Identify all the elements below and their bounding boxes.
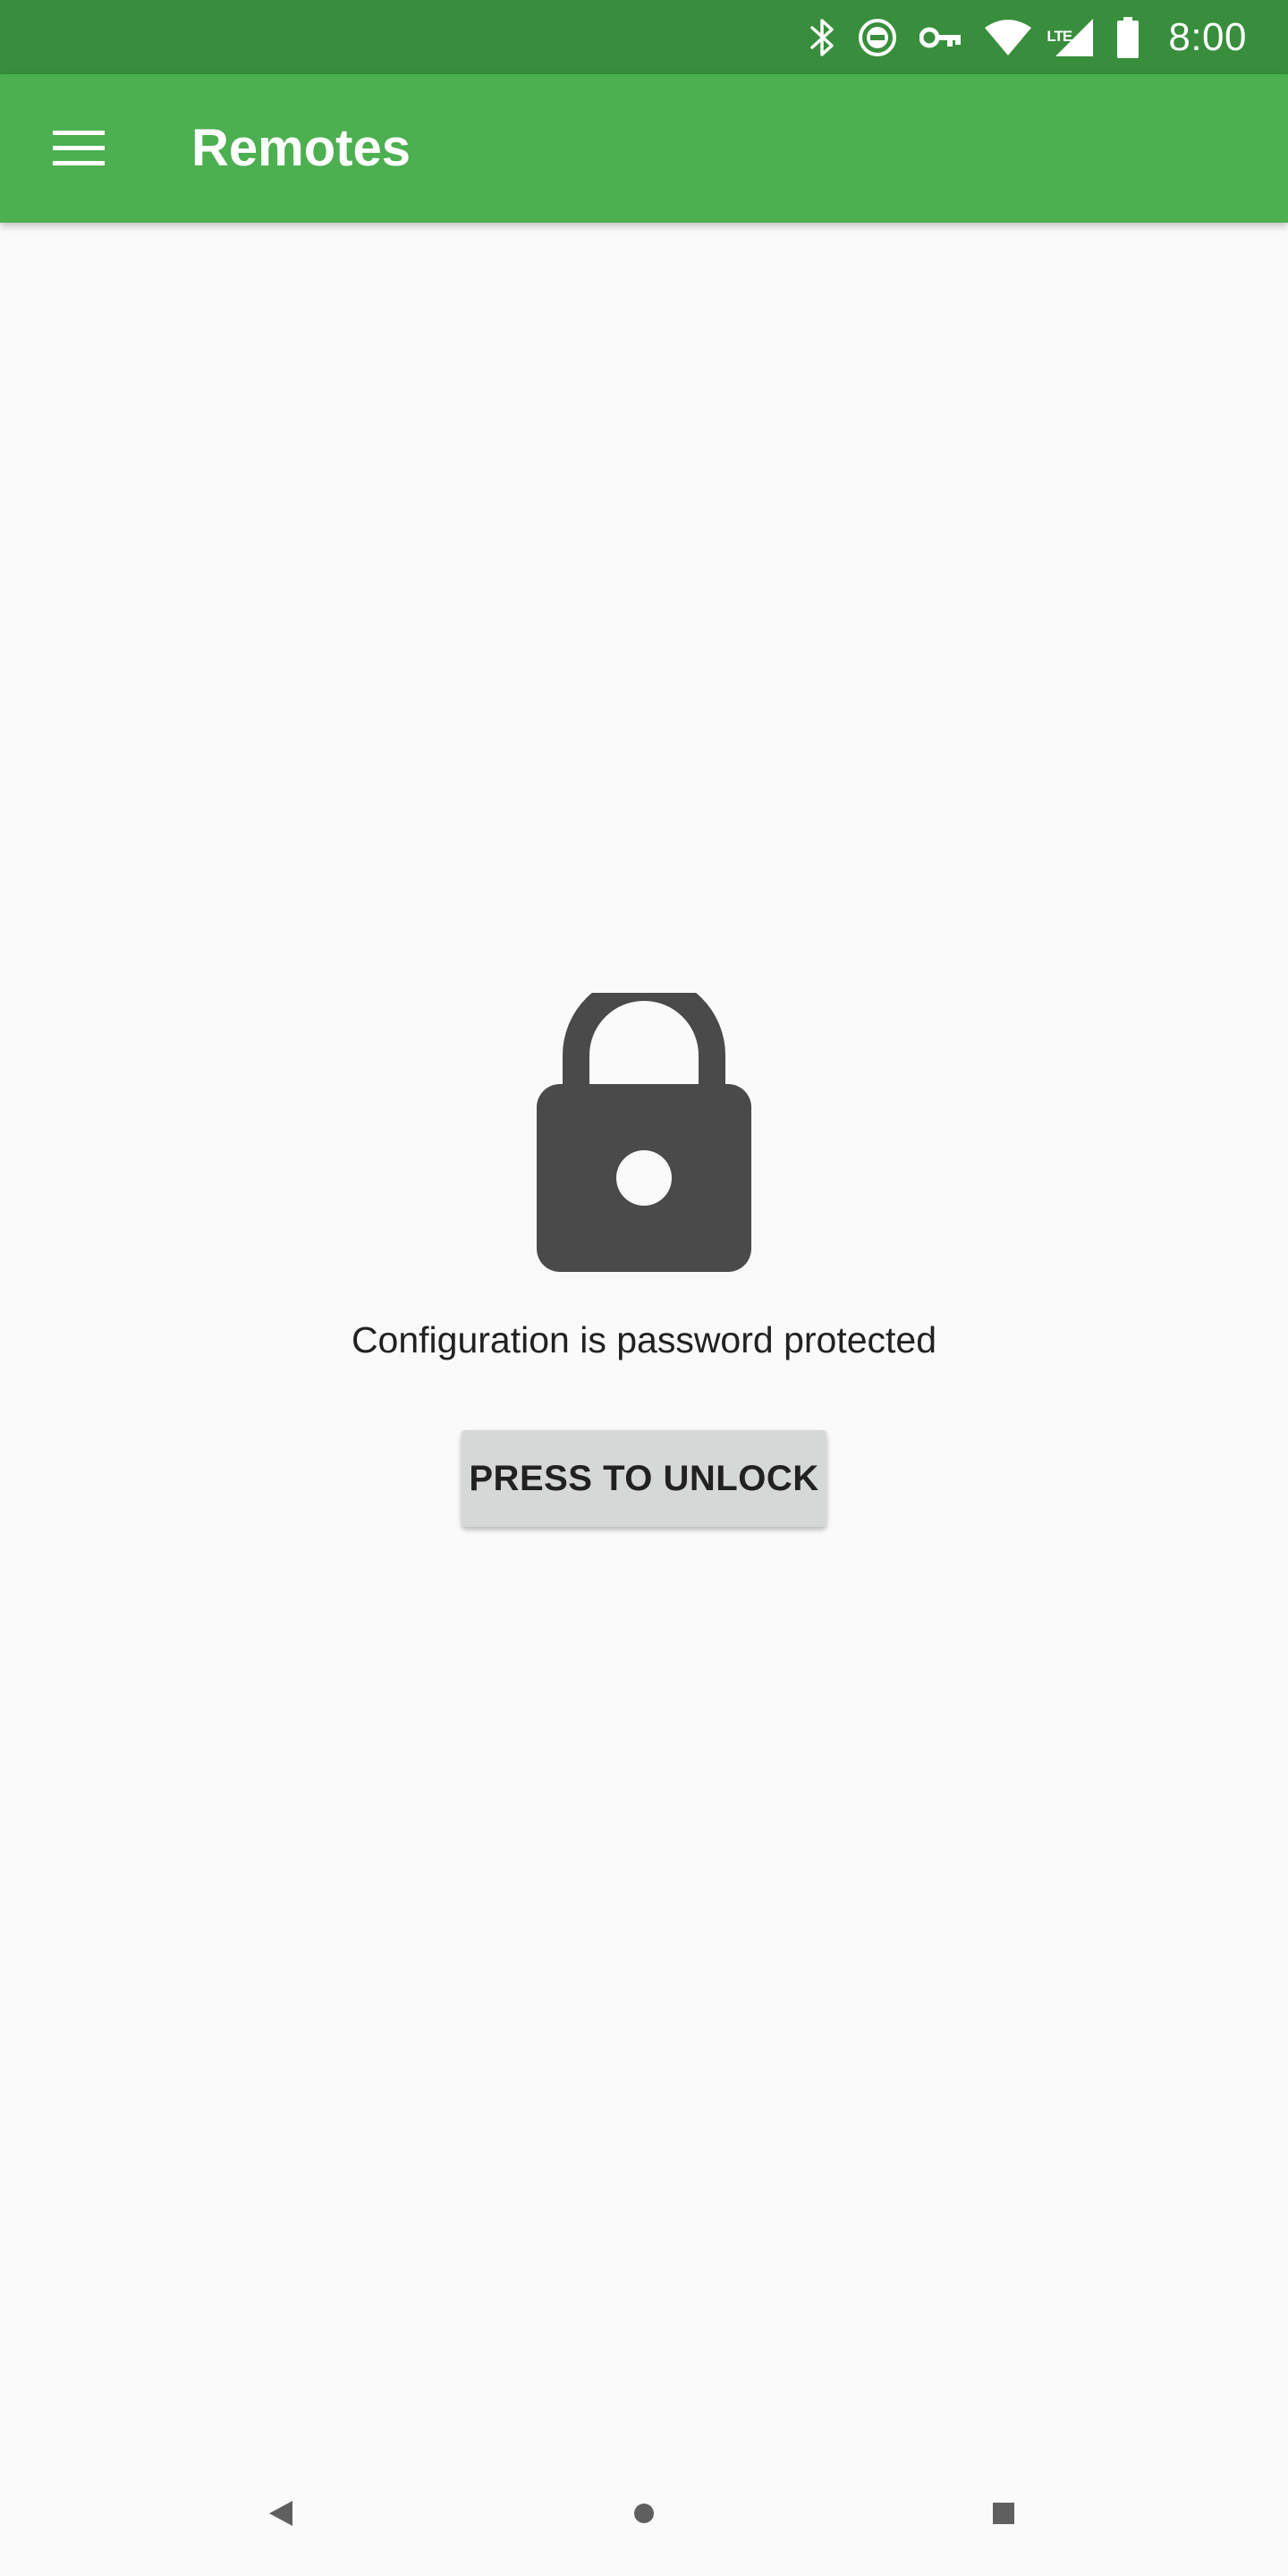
- recents-icon: [993, 2503, 1014, 2524]
- do-not-disturb-icon: [857, 17, 898, 58]
- hamburger-menu-icon: [53, 131, 105, 165]
- recents-button[interactable]: [961, 2470, 1046, 2556]
- protection-message: Configuration is password protected: [351, 1319, 937, 1360]
- back-icon: [269, 2501, 292, 2526]
- page-title: Remotes: [191, 119, 411, 177]
- wifi-icon: [984, 19, 1032, 56]
- lte-signal-icon: LTE: [1046, 17, 1095, 58]
- lte-label: LTE: [1046, 27, 1072, 45]
- lock-icon: [537, 974, 751, 1272]
- battery-icon: [1116, 16, 1140, 58]
- status-icons: LTE 8:00: [787, 0, 1247, 74]
- unlock-button[interactable]: PRESS TO UNLOCK: [462, 1430, 826, 1527]
- back-button[interactable]: [238, 2470, 324, 2556]
- home-button[interactable]: [601, 2470, 687, 2556]
- status-time: 8:00: [1168, 14, 1247, 59]
- navigation-bar: [0, 2447, 1288, 2576]
- bluetooth-icon: [809, 16, 835, 59]
- screen: LTE 8:00 Remotes Configuration is passwo…: [0, 0, 1288, 2576]
- app-bar: Remotes: [0, 74, 1288, 223]
- menu-button[interactable]: [27, 97, 131, 200]
- home-icon: [634, 2504, 654, 2523]
- status-bar: LTE 8:00: [0, 0, 1288, 74]
- vpn-key-icon: [919, 25, 962, 50]
